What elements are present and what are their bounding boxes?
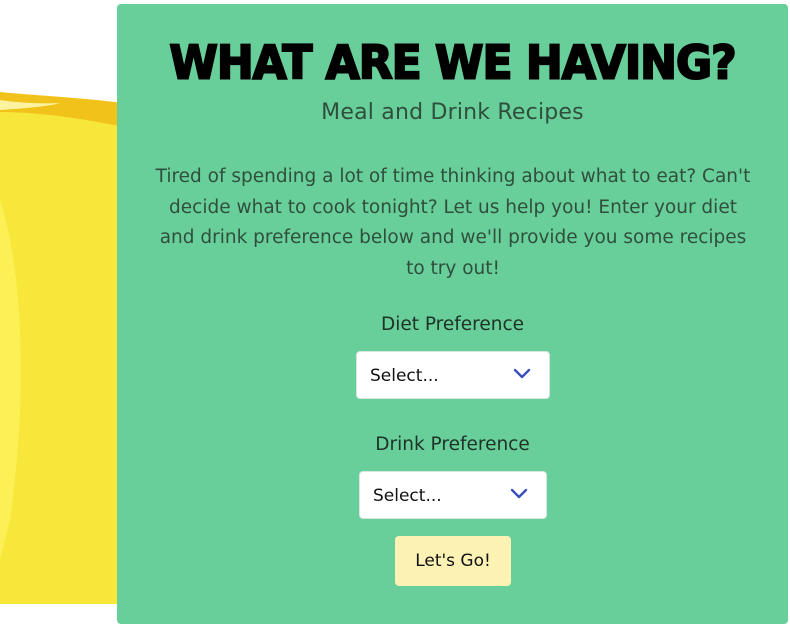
intro-text: Tired of spending a lot of time thinking… <box>155 166 751 279</box>
diet-preference-select[interactable]: Select... <box>356 351 550 399</box>
diet-preference-value: Select... <box>370 366 439 386</box>
page-title: WHAT ARE WE HAVING? <box>168 36 737 92</box>
recipe-finder-card: WHAT ARE WE HAVING? Meal and Drink Recip… <box>117 4 788 624</box>
drink-preference-value: Select... <box>373 486 442 506</box>
chevron-down-icon <box>513 368 531 379</box>
page-subtitle: Meal and Drink Recipes <box>321 100 584 125</box>
diet-preference-label: Diet Preference <box>380 314 525 335</box>
drink-preference-select[interactable]: Select... <box>359 471 547 519</box>
lets-go-button[interactable]: Let's Go! <box>395 536 511 586</box>
drink-preference-label: Drink Preference <box>375 434 530 455</box>
chevron-down-icon <box>510 488 528 499</box>
